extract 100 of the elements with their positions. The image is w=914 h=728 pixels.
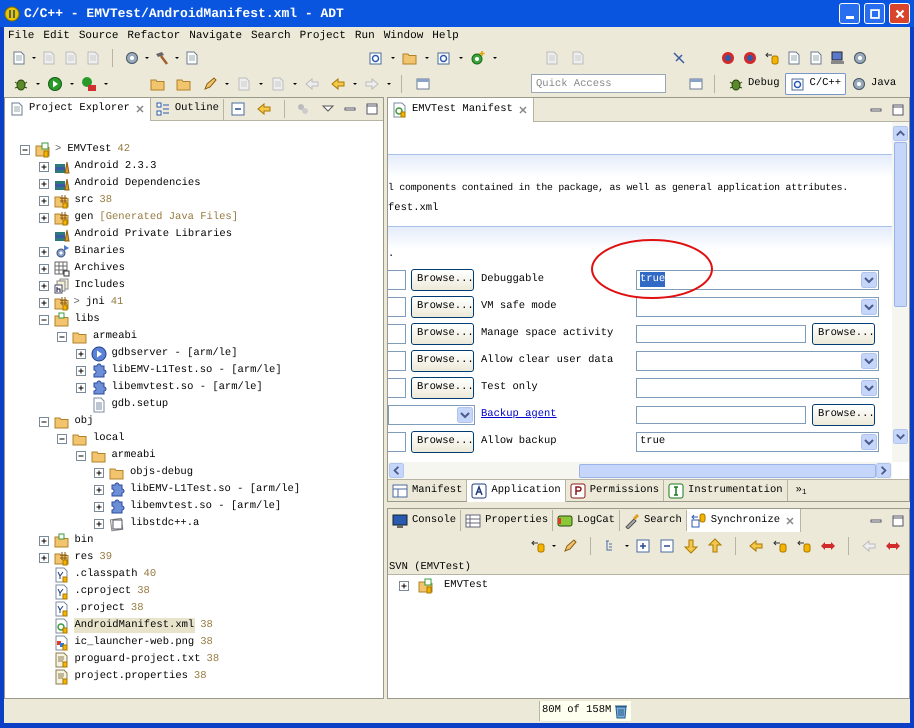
browse-button[interactable]: Browse... — [812, 404, 875, 426]
menu-item[interactable]: Help — [432, 28, 459, 44]
document-icon[interactable] — [786, 50, 802, 66]
tree-item[interactable]: gen — [74, 210, 94, 226]
window-icon[interactable] — [415, 76, 431, 92]
close-icon[interactable] — [516, 104, 529, 116]
previous-difference-icon[interactable] — [707, 538, 723, 554]
tree-item[interactable]: armeabi — [110, 448, 157, 464]
tab[interactable]: Permissions — [566, 480, 664, 501]
tree-item[interactable]: Binaries — [74, 244, 126, 260]
combo-box[interactable] — [636, 296, 879, 316]
scroll-right-icon[interactable] — [876, 463, 891, 478]
tree-item[interactable]: EMVTest — [444, 578, 488, 594]
tab[interactable]: EMVTest Manifest — [388, 98, 534, 122]
run-tool-icon[interactable] — [81, 76, 97, 92]
text-field[interactable] — [636, 406, 806, 424]
menu-item[interactable]: Edit — [43, 28, 70, 44]
tree-item[interactable]: src — [74, 192, 94, 208]
tree-item[interactable]: local — [92, 430, 126, 446]
computer-icon[interactable] — [830, 50, 846, 66]
text-field[interactable] — [388, 270, 406, 290]
tree-item[interactable]: res — [74, 550, 94, 566]
tree-item[interactable]: jni — [84, 294, 106, 310]
scroll-down-icon[interactable] — [893, 429, 908, 444]
collapse-all-icon[interactable] — [230, 101, 246, 117]
more-tabs-button[interactable]: »$_{1}$ — [796, 482, 807, 498]
tree-item[interactable]: AndroidManifest.xml — [74, 618, 196, 634]
run-icon[interactable] — [47, 76, 63, 92]
back-icon[interactable] — [330, 76, 346, 92]
tab[interactable]: LogCat — [553, 510, 620, 531]
text-field[interactable] — [388, 324, 406, 344]
next-difference-icon[interactable] — [683, 538, 699, 554]
menu-item[interactable]: Search — [251, 28, 291, 44]
perspective-button[interactable]: Debug — [723, 72, 785, 94]
tree-item[interactable]: gdbserver - [arm/le] — [110, 346, 239, 362]
tab[interactable]: Project Explorer — [5, 98, 151, 120]
tree-item[interactable]: project.properties — [74, 668, 189, 684]
browse-button[interactable]: Browse... — [411, 296, 474, 318]
browse-button[interactable]: Browse... — [812, 322, 875, 344]
scroll-left-icon[interactable] — [389, 463, 404, 478]
menu-item[interactable]: Window — [384, 28, 424, 44]
tree-item[interactable]: libs — [74, 312, 101, 328]
tree-item[interactable]: libemvtest.so - [arm/le] — [129, 498, 282, 514]
outgoing-mode-icon[interactable] — [772, 538, 788, 554]
incoming-mode-icon[interactable] — [748, 538, 764, 554]
menu-item[interactable]: Refactor — [127, 28, 180, 44]
trash-icon[interactable] — [613, 703, 630, 719]
quick-access-field[interactable]: Quick Access — [531, 74, 666, 93]
close-icon[interactable] — [134, 103, 146, 115]
tree-item[interactable]: .cproject — [74, 584, 132, 600]
close-icon[interactable] — [784, 514, 796, 526]
tree-item[interactable]: objs-debug — [129, 464, 194, 480]
tab[interactable]: Properties — [461, 510, 554, 531]
menu-item[interactable]: Source — [78, 28, 118, 44]
maximize-button[interactable] — [864, 3, 885, 24]
combo-box[interactable] — [636, 350, 879, 370]
tree-item[interactable]: libEMV-L1Test.so - [arm/le] — [129, 482, 302, 498]
menu-item[interactable]: Navigate — [189, 28, 242, 44]
tab[interactable]: Instrumentation — [664, 480, 788, 501]
combo-box[interactable]: true — [636, 432, 879, 452]
tree-item[interactable]: ic_launcher-web.png — [74, 634, 196, 650]
tree-item[interactable]: Includes — [74, 278, 126, 294]
maximize-icon[interactable] — [890, 512, 906, 528]
pen-icon[interactable] — [202, 76, 218, 92]
vertical-scrollbar[interactable] — [892, 122, 909, 462]
tree-item[interactable]: Android Private Libraries — [74, 226, 234, 242]
tree-item[interactable]: .project — [74, 600, 126, 616]
horizontal-scrollbar[interactable] — [388, 462, 892, 479]
tree-item[interactable]: Android 2.3.3 — [74, 158, 158, 174]
tree-item[interactable]: .classpath — [74, 566, 139, 582]
scroll-thumb[interactable] — [579, 464, 876, 478]
tree-item[interactable]: armeabi — [92, 328, 138, 344]
link-editor-icon[interactable] — [256, 101, 272, 117]
tab[interactable]: Manifest — [388, 480, 468, 501]
tree-item[interactable]: bin — [74, 532, 94, 548]
perspective-button[interactable]: C/C++ — [784, 72, 846, 94]
tree-item[interactable]: Android Dependencies — [74, 176, 202, 192]
collapse-all-icon[interactable] — [659, 538, 675, 554]
scroll-thumb[interactable] — [894, 142, 907, 307]
browse-button[interactable]: Browse... — [411, 430, 474, 452]
new-class-icon[interactable] — [368, 50, 384, 66]
link[interactable]: Backup agent — [481, 406, 636, 422]
scroll-up-icon[interactable] — [893, 126, 908, 141]
combo-box[interactable]: true — [636, 270, 879, 290]
close-button[interactable] — [889, 3, 910, 24]
combo-box[interactable] — [388, 404, 475, 424]
tree-item[interactable]: libemvtest.so - [arm/le] — [110, 380, 264, 396]
hammer-icon[interactable] — [154, 50, 170, 66]
target-icon[interactable] — [720, 50, 736, 66]
expand-all-icon[interactable] — [635, 538, 651, 554]
tab[interactable]: Application — [467, 480, 566, 502]
browse-button[interactable]: Browse... — [411, 322, 474, 344]
combo-box[interactable] — [636, 378, 879, 398]
tab[interactable]: Synchronize — [686, 509, 802, 532]
tree-item[interactable]: obj — [74, 414, 94, 430]
text-field[interactable] — [636, 324, 806, 342]
browse-button[interactable]: Browse... — [411, 268, 474, 290]
gear-icon[interactable] — [124, 50, 140, 66]
menu-item[interactable]: File — [8, 28, 34, 44]
browse-button[interactable]: Browse... — [411, 350, 474, 372]
